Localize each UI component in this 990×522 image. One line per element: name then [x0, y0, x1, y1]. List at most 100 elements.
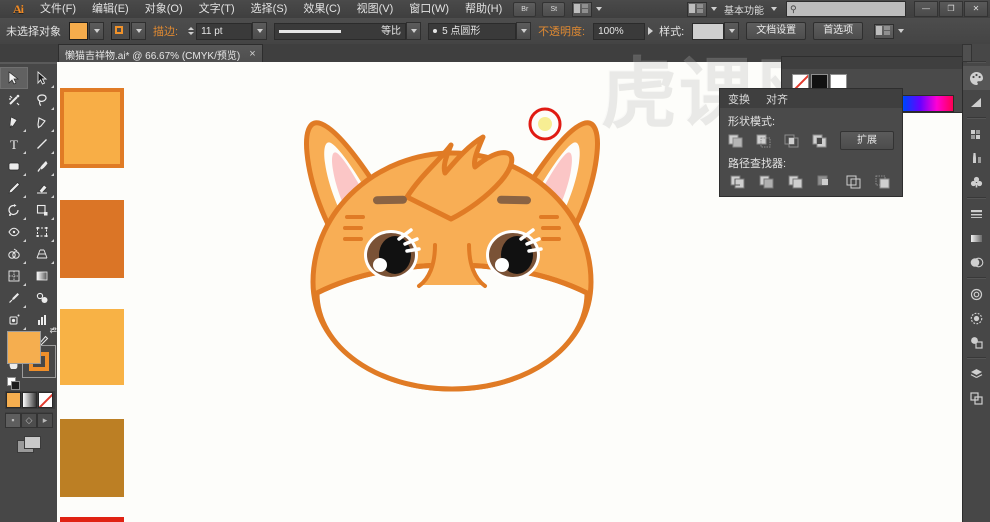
symbols-panel-icon[interactable]: [963, 170, 990, 194]
fill-dropdown-button[interactable]: [89, 22, 104, 40]
menu-help[interactable]: 帮助(H): [457, 0, 510, 18]
swatch-amber[interactable]: [60, 309, 124, 385]
swatch-dark-orange[interactable]: [60, 200, 124, 278]
brushes-panel-icon[interactable]: [963, 146, 990, 170]
arrange-documents-icon[interactable]: [572, 1, 593, 17]
color-mode-button[interactable]: [6, 392, 21, 408]
selection-tool[interactable]: [0, 67, 28, 89]
graphic-styles-panel-icon[interactable]: [963, 330, 990, 354]
paintbrush-tool[interactable]: [28, 155, 56, 177]
sync-chevron-down-icon[interactable]: [711, 7, 717, 11]
color-panel-header[interactable]: [782, 57, 962, 69]
menu-select[interactable]: 选择(S): [243, 0, 296, 18]
draw-behind-icon[interactable]: ◇: [21, 412, 37, 428]
shape-builder-tool[interactable]: [0, 243, 28, 265]
expand-button[interactable]: 扩展: [840, 131, 894, 150]
search-input[interactable]: ⚲: [786, 1, 906, 17]
preferences-button[interactable]: 首选项: [813, 22, 864, 40]
outline-button[interactable]: [844, 173, 864, 190]
links-panel-icon[interactable]: [963, 282, 990, 306]
workspace-chevron-down-icon[interactable]: [771, 7, 777, 11]
merge-button[interactable]: [786, 173, 806, 190]
direct-selection-tool[interactable]: [28, 67, 56, 89]
menu-edit[interactable]: 编辑(E): [84, 0, 137, 18]
free-transform-tool[interactable]: [28, 221, 56, 243]
line-segment-tool[interactable]: [28, 133, 56, 155]
intersect-button[interactable]: [784, 132, 800, 149]
maximize-button[interactable]: ❐: [939, 1, 963, 17]
gradient-panel-icon[interactable]: [963, 226, 990, 250]
stroke-weight-dropdown[interactable]: [252, 22, 268, 40]
dock-collapse-handle[interactable]: [962, 44, 972, 62]
cat-mascot-artwork[interactable]: [287, 97, 617, 400]
blend-tool[interactable]: [28, 287, 56, 309]
swatch-brown-gold[interactable]: [60, 419, 124, 497]
pathfinder-panel[interactable]: 变换 对齐 形状模式: 扩展 路径查找器:: [719, 88, 903, 197]
menu-view[interactable]: 视图(V): [349, 0, 402, 18]
graphic-style-dropdown[interactable]: [724, 22, 740, 40]
stroke-profile-field[interactable]: 等比: [274, 22, 407, 40]
eyedropper-tool[interactable]: [0, 287, 28, 309]
stroke-panel-icon[interactable]: [963, 202, 990, 226]
none-mode-button[interactable]: [38, 392, 53, 408]
bridge-button[interactable]: Br: [513, 1, 537, 17]
minus-front-button[interactable]: [756, 132, 772, 149]
menu-type[interactable]: 文字(T): [191, 0, 243, 18]
align-chevron-down-icon[interactable]: [898, 29, 905, 33]
appearance-panel-icon[interactable]: [963, 306, 990, 330]
stroke-color-swatch[interactable]: [111, 22, 130, 40]
toolbar-fill-swatch[interactable]: [7, 331, 41, 364]
close-button[interactable]: ✕: [964, 1, 988, 17]
draw-inside-icon[interactable]: ▸: [37, 412, 53, 428]
selected-circle-object[interactable]: [527, 106, 563, 142]
minimize-button[interactable]: —: [914, 1, 938, 17]
arrange-chevron-down-icon[interactable]: [596, 7, 603, 11]
menu-effect[interactable]: 效果(C): [295, 0, 348, 18]
document-setup-button[interactable]: 文档设置: [746, 22, 807, 40]
curvature-tool[interactable]: [28, 111, 56, 133]
rectangle-tool[interactable]: [0, 155, 28, 177]
stock-button[interactable]: St: [542, 1, 566, 17]
transparency-panel-icon[interactable]: [963, 250, 990, 274]
tab-align[interactable]: 对齐: [766, 91, 788, 107]
menu-file[interactable]: 文件(F): [32, 0, 84, 18]
tab-transform[interactable]: 变换: [728, 91, 750, 107]
menu-window[interactable]: 窗口(W): [401, 0, 457, 18]
stroke-weight-field[interactable]: 11 pt: [196, 22, 253, 40]
layers-panel-icon[interactable]: [963, 362, 990, 386]
screen-mode-icon[interactable]: [17, 436, 41, 453]
stroke-dropdown-button[interactable]: [131, 22, 146, 40]
pencil-tool[interactable]: [0, 177, 28, 199]
sync-settings-icon[interactable]: [687, 1, 707, 17]
close-icon[interactable]: ×: [249, 48, 255, 60]
fill-color-swatch[interactable]: [69, 22, 88, 40]
minus-back-button[interactable]: [873, 173, 893, 190]
graphic-style-swatch[interactable]: [692, 22, 725, 40]
gradient-mode-button[interactable]: [22, 392, 37, 408]
eraser-tool[interactable]: [28, 177, 56, 199]
swatch-light-orange[interactable]: [60, 88, 124, 168]
brush-definition-dropdown[interactable]: [516, 22, 532, 40]
swatch-red[interactable]: [60, 517, 124, 522]
workspace-switcher[interactable]: 基本功能: [721, 2, 767, 17]
type-tool[interactable]: T: [0, 133, 28, 155]
pen-tool[interactable]: [0, 111, 28, 133]
artboards-panel-icon[interactable]: [963, 386, 990, 410]
trim-button[interactable]: [757, 173, 777, 190]
mesh-tool[interactable]: [0, 265, 28, 287]
align-options-icon[interactable]: [874, 23, 895, 39]
rotate-tool[interactable]: [0, 199, 28, 221]
opacity-field[interactable]: 100%: [593, 22, 646, 40]
opacity-slider-arrow-icon[interactable]: [648, 27, 654, 35]
magic-wand-tool[interactable]: [0, 89, 28, 111]
stroke-profile-dropdown[interactable]: [406, 22, 422, 40]
crop-button[interactable]: [815, 173, 835, 190]
color-guide-icon[interactable]: [963, 90, 990, 114]
perspective-grid-tool[interactable]: [28, 243, 56, 265]
gradient-tool[interactable]: [28, 265, 56, 287]
brush-definition-field[interactable]: 5 点圆形: [428, 22, 517, 40]
stroke-weight-stepper[interactable]: [186, 23, 195, 39]
width-tool[interactable]: [0, 221, 28, 243]
default-fill-stroke-icon[interactable]: [7, 377, 20, 390]
exclude-button[interactable]: [812, 132, 828, 149]
